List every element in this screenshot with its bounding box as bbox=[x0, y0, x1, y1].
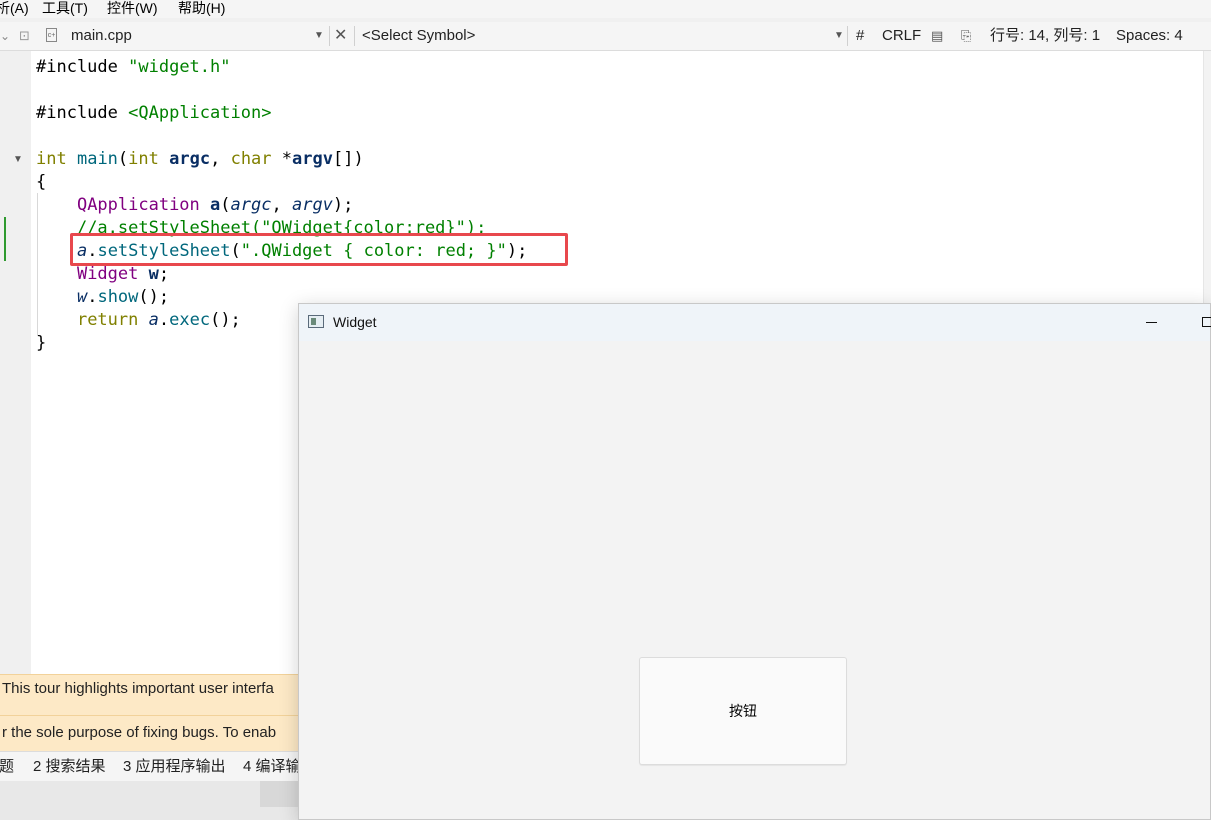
indentation-indicator[interactable]: Spaces: 4 bbox=[1116, 22, 1183, 50]
pane-search-results[interactable]: 2 搜索结果 bbox=[33, 752, 106, 782]
bottom-area bbox=[0, 781, 300, 820]
encoding-icon[interactable]: ▤ bbox=[931, 22, 943, 50]
close-document-icon[interactable]: ✕ bbox=[334, 22, 347, 50]
code-line-4: { bbox=[36, 172, 47, 192]
cursor-position[interactable]: 行号: 14, 列号: 1 bbox=[990, 22, 1100, 50]
lock-icon[interactable]: ⊡ bbox=[19, 22, 30, 50]
widget-titlebar[interactable]: Widget bbox=[299, 304, 1211, 341]
toolbar-divider bbox=[329, 26, 330, 46]
widget-window-title: Widget bbox=[333, 314, 377, 330]
output-panes-bar: 题 2 搜索结果 3 应用程序输出 4 编译输 bbox=[0, 751, 301, 782]
highlight-annotation-box bbox=[70, 233, 568, 266]
modified-lines-marker bbox=[4, 217, 6, 261]
file-info-icon[interactable]: ⎘ bbox=[961, 22, 971, 50]
editor-toolbar: ⌄ ⊡ c+ main.cpp ▼ ✕ <Select Symbol> ▼ # … bbox=[0, 22, 1211, 51]
code-line-11: } bbox=[36, 333, 47, 353]
bottom-tab-handle[interactable] bbox=[260, 781, 300, 807]
file-name[interactable]: main.cpp bbox=[71, 22, 132, 50]
maximize-icon bbox=[1202, 317, 1211, 327]
tour-notification[interactable]: This tour highlights important user inte… bbox=[0, 674, 300, 715]
hash-indicator[interactable]: # bbox=[856, 22, 864, 50]
menubar: 析(A) 工具(T) 控件(W) 帮助(H) bbox=[0, 0, 1211, 18]
fold-arrow-icon[interactable]: ▼ bbox=[13, 154, 23, 165]
code-line-8: Widget w; bbox=[76, 264, 170, 284]
bug-report-notification[interactable]: r the sole purpose of fixing bugs. To en… bbox=[0, 715, 300, 752]
code-line-10: return a.exec(); bbox=[76, 310, 241, 330]
menu-analyze[interactable]: 析(A) bbox=[0, 0, 29, 17]
symbol-select[interactable]: <Select Symbol> bbox=[362, 22, 475, 50]
code-line-9: w.show(); bbox=[76, 287, 170, 307]
pane-compile-output[interactable]: 4 编译输 bbox=[243, 752, 301, 782]
menu-tools[interactable]: 工具(T) bbox=[42, 0, 88, 17]
code-line-1: #include "widget.h" bbox=[36, 57, 231, 77]
maximize-button[interactable] bbox=[1193, 304, 1211, 341]
toolbar-divider bbox=[354, 26, 355, 46]
push-button-label: 按钮 bbox=[729, 703, 757, 719]
pane-issues[interactable]: 题 bbox=[0, 752, 14, 782]
chevron-down-icon[interactable]: ⌄ bbox=[0, 22, 10, 50]
symbol-dropdown-arrow-icon[interactable]: ▼ bbox=[834, 22, 844, 50]
menu-help[interactable]: 帮助(H) bbox=[178, 0, 225, 17]
minimize-icon bbox=[1146, 322, 1157, 323]
code-line-2: #include <QApplication> bbox=[36, 103, 272, 123]
cpp-file-icon: c+ bbox=[46, 28, 57, 42]
toolbar-divider bbox=[847, 26, 848, 46]
pane-app-output[interactable]: 3 应用程序输出 bbox=[123, 752, 226, 782]
code-line-3: int main(int argc, char *argv[]) bbox=[36, 149, 364, 169]
file-dropdown-arrow-icon[interactable]: ▼ bbox=[314, 22, 324, 50]
minimize-button[interactable] bbox=[1137, 304, 1167, 341]
push-button[interactable]: 按钮 bbox=[639, 657, 847, 765]
app-window-icon bbox=[308, 315, 324, 328]
line-number-gutter bbox=[0, 51, 31, 680]
widget-window: Widget 按钮 bbox=[298, 303, 1211, 820]
line-ending-indicator[interactable]: CRLF bbox=[882, 22, 921, 50]
code-line-5: QApplication a(argc, argv); bbox=[76, 195, 354, 215]
menu-controls[interactable]: 控件(W) bbox=[107, 0, 158, 17]
